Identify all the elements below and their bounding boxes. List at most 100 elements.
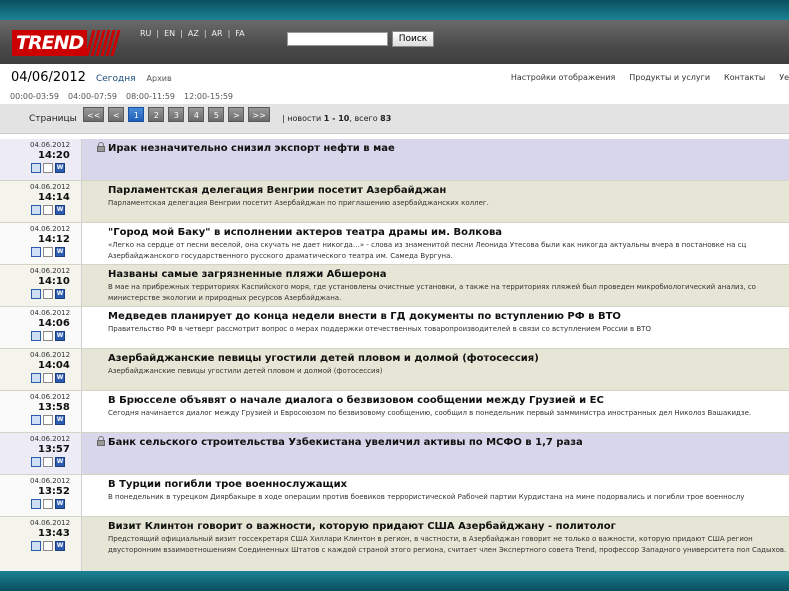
lock-icon [97,436,105,446]
next-page-button[interactable]: > [228,107,245,122]
nav-display-settings[interactable]: Настройки отображения [511,73,615,82]
document-icon[interactable] [43,247,53,257]
document-icon[interactable] [43,163,53,173]
word-icon[interactable]: W [55,457,65,467]
word-icon[interactable]: W [55,499,65,509]
lang-separator: | [156,29,160,38]
news-row[interactable]: 04.06.2012 14:12 W "Город мой Баку" в испол… [0,223,789,265]
nav-products-services[interactable]: Продукты и услуги [629,73,710,82]
summary-range: 1 - 10 [323,114,350,123]
lang-en[interactable]: EN [164,29,175,38]
news-format-icons: W [31,289,65,299]
news-date: 04.06.2012 [30,267,71,275]
news-date-cell: 04.06.2012 13:43 W [0,517,82,572]
page-5-button[interactable]: 5 [208,107,225,122]
word-icon[interactable]: W [55,205,65,215]
time-range-link[interactable]: 12:00-15:59 [184,92,233,101]
news-row[interactable]: 04.06.2012 13:57 W Банк сельского строитель… [0,433,789,475]
document-icon[interactable] [43,541,53,551]
document-icon[interactable] [43,499,53,509]
news-summary: Предстоящий официальный визит госсекрета… [108,535,787,554]
search-button[interactable]: Поиск [392,31,434,47]
news-row[interactable]: 04.06.2012 14:20 W Ирак незначительно снизи… [0,139,789,181]
document-icon[interactable] [43,415,53,425]
time-range-link[interactable]: 00:00-03:59 [10,92,59,101]
trend-logo[interactable]: TREND [12,30,121,56]
news-summary: Парламентская делегация Венгрии посетит … [108,199,489,207]
news-date-cell: 04.06.2012 13:52 W [0,475,82,516]
word-icon[interactable]: W [55,289,65,299]
news-row[interactable]: 04.06.2012 14:06 W Медведев планирует до ко… [0,307,789,349]
word-icon[interactable]: W [55,331,65,341]
screen-view-icon[interactable] [31,457,41,467]
screen-view-icon[interactable] [31,163,41,173]
lang-fa[interactable]: FA [235,29,244,38]
news-format-icons: W [31,541,65,551]
news-title[interactable]: В Брюсселе объявят о начале диалога о бе… [108,395,604,406]
top-nav: Настройки отображения Продукты и услуги … [497,73,789,82]
news-format-icons: W [31,457,65,467]
time-range-link[interactable]: 04:00-07:59 [68,92,117,101]
screen-view-icon[interactable] [31,247,41,257]
document-icon[interactable] [43,205,53,215]
news-title[interactable]: Названы самые загрязненные пляжи Абшерон… [108,269,387,280]
last-page-button[interactable]: >> [248,107,270,122]
news-title[interactable]: В Турции погибли трое военнослужащих [108,479,347,490]
nav-contacts[interactable]: Контакты [724,73,765,82]
news-title[interactable]: "Город мой Баку" в исполнении актеров те… [108,227,502,238]
news-title[interactable]: Ирак незначительно снизил экспорт нефти … [108,143,395,154]
page-3-button[interactable]: 3 [168,107,185,122]
word-icon[interactable]: W [55,541,65,551]
news-title[interactable]: Визит Клинтон говорит о важности, котору… [108,521,616,532]
document-icon[interactable] [43,289,53,299]
archive-link[interactable]: Архив [147,74,172,83]
document-icon[interactable] [43,457,53,467]
time-range-link[interactable]: 08:00-11:59 [126,92,175,101]
today-link[interactable]: Сегодня [96,74,136,84]
news-title[interactable]: Азербайджанские певицы угостили детей пл… [108,353,539,364]
search-input[interactable] [287,32,388,46]
news-title[interactable]: Банк сельского строительства Узбекистана… [108,437,583,448]
news-summary: Правительство РФ в четверг рассмотрит во… [108,325,651,333]
page-2-button[interactable]: 2 [148,107,165,122]
first-page-button[interactable]: << [83,107,105,122]
word-icon[interactable]: W [55,163,65,173]
screen-view-icon[interactable] [31,205,41,215]
news-summary: Азербайджанские певицы угостили детей пл… [108,367,383,375]
page-4-button[interactable]: 4 [188,107,205,122]
lang-az[interactable]: AZ [188,29,199,38]
news-time: 13:52 [38,486,70,497]
lang-ar[interactable]: AR [212,29,223,38]
word-icon[interactable]: W [55,247,65,257]
news-row[interactable]: 04.06.2012 13:58 W В Брюсселе объявят о нач… [0,391,789,433]
screen-view-icon[interactable] [31,331,41,341]
news-row[interactable]: 04.06.2012 13:43 W Визит Клинтон говорит о … [0,517,789,573]
screen-view-icon[interactable] [31,373,41,383]
news-time: 14:10 [38,276,70,287]
screen-view-icon[interactable] [31,415,41,425]
document-icon[interactable] [43,373,53,383]
top-frame-band [0,0,789,20]
news-format-icons: W [31,331,65,341]
time-range-filters: 00:00-03:59 04:00-07:59 08:00-11:59 12:0… [10,92,242,101]
prev-page-button[interactable]: < [108,107,125,122]
screen-view-icon[interactable] [31,499,41,509]
word-icon[interactable]: W [55,373,65,383]
news-count-summary: | новости 1 - 10, всего 83 [282,114,391,123]
document-icon[interactable] [43,331,53,341]
nav-more[interactable]: Уе [779,73,789,82]
news-row[interactable]: 04.06.2012 14:10 W Названы самые загрязненн… [0,265,789,307]
page-1-button[interactable]: 1 [128,107,145,122]
lang-ru[interactable]: RU [140,29,151,38]
news-time: 13:57 [38,444,70,455]
news-time: 13:58 [38,402,70,413]
word-icon[interactable]: W [55,415,65,425]
screen-view-icon[interactable] [31,541,41,551]
news-title[interactable]: Медведев планирует до конца недели внест… [108,311,621,322]
news-row[interactable]: 04.06.2012 14:04 W Азербайджанские певицы у… [0,349,789,391]
news-row[interactable]: 04.06.2012 14:14 W Парламентская делегация … [0,181,789,223]
news-title[interactable]: Парламентская делегация Венгрии посетит … [108,185,446,196]
screen-view-icon[interactable] [31,289,41,299]
news-row[interactable]: 04.06.2012 13:52 W В Турции погибли трое во… [0,475,789,517]
news-time: 14:04 [38,360,70,371]
